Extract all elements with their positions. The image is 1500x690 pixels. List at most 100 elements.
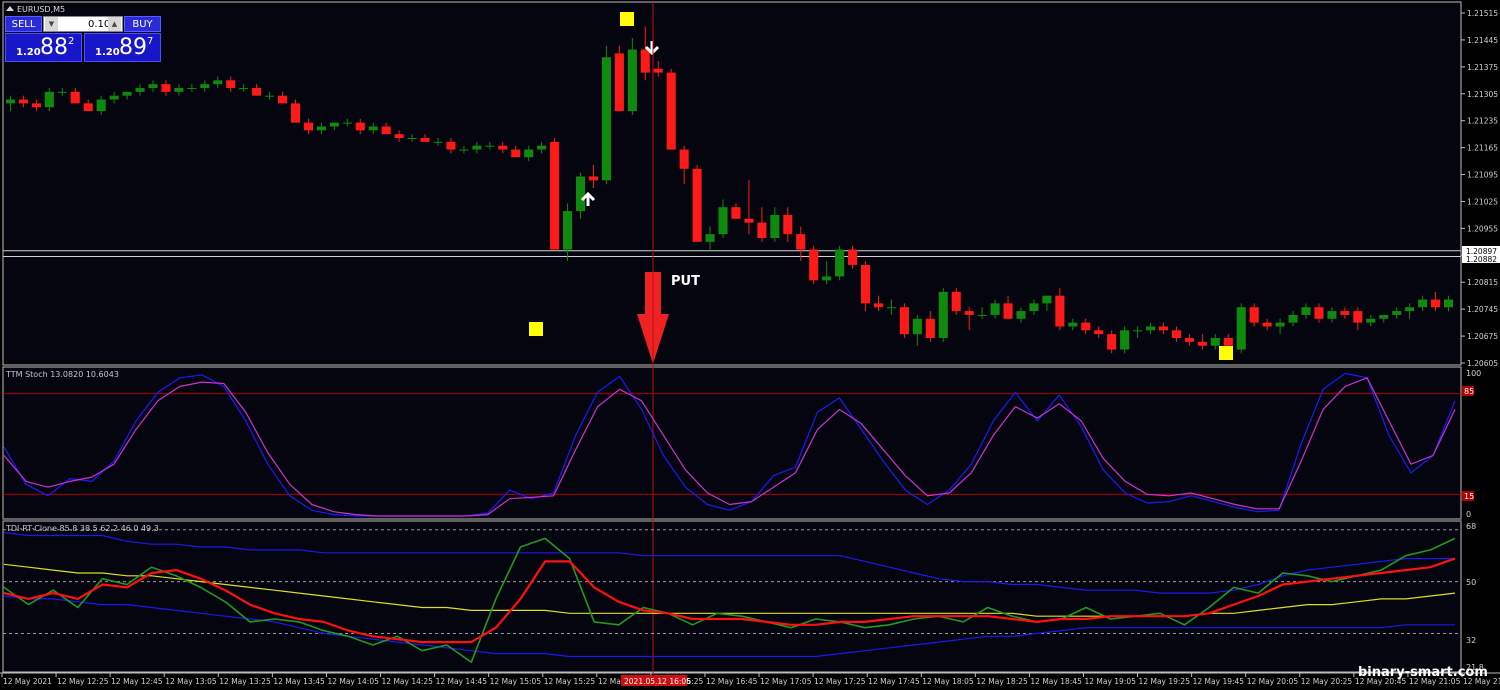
candle-body <box>601 57 611 181</box>
candle-body <box>1366 318 1376 323</box>
candle-body <box>524 149 534 158</box>
buy-quote-button[interactable]: 1.20 89 7 <box>84 33 161 62</box>
tdi-pane-frame <box>2 520 1462 673</box>
candle-body <box>1210 338 1220 346</box>
time-tick-label: 12 May 13:25 <box>219 677 271 686</box>
candle-body <box>420 138 430 142</box>
price-tick-label: 1.21235 <box>1467 117 1498 126</box>
candle-body <box>705 234 715 242</box>
candle-body <box>1055 295 1065 327</box>
tdi-axis-label-32: 32 <box>1466 636 1476 645</box>
candle-body <box>925 318 935 338</box>
sell-quote-big-digits: 88 <box>40 35 68 60</box>
price-tick-label: 1.21165 <box>1467 144 1498 153</box>
candle-body <box>485 145 495 147</box>
tdi-title: TDI-RT-Clone 85.8 38.5 62.2 46.0 49.3 <box>5 524 159 533</box>
lot-decrease-icon[interactable]: ▼ <box>45 17 58 31</box>
candle-body <box>31 103 41 108</box>
candle-body <box>265 95 275 97</box>
price-tick-label: 1.21095 <box>1467 171 1498 180</box>
candle-body <box>1392 311 1402 315</box>
stoch-axis-top-label: 100 <box>1466 369 1481 378</box>
candle-body <box>640 49 650 73</box>
symbol-title: EURUSD,M5 <box>17 5 65 14</box>
candle-body <box>459 149 469 151</box>
time-tick-label: 12 May 17:25 <box>814 677 866 686</box>
candle-body <box>161 84 171 92</box>
candle-body <box>744 218 754 223</box>
candle-body <box>718 207 728 235</box>
candle-body <box>446 141 456 150</box>
chart-canvas[interactable]: PUT TTM Stoch 13.0820 10.6043 85 15 100 … <box>0 0 1500 690</box>
candle-body <box>692 168 702 242</box>
candle-body <box>653 68 663 73</box>
candle-body <box>1275 322 1285 327</box>
candle-body <box>200 84 210 88</box>
time-tick-label: 12 May 15:05 <box>490 677 542 686</box>
candle-body <box>1327 311 1337 319</box>
put-signal-label: PUT <box>671 274 700 289</box>
candle-body <box>1236 307 1246 350</box>
time-tick-label: 12 May 13:45 <box>273 677 325 686</box>
candle-body <box>96 99 106 112</box>
candle-body <box>977 314 987 316</box>
stoch-level-low-label: 15 <box>1464 492 1474 501</box>
candle-body <box>1120 330 1130 350</box>
candle-body <box>783 214 793 235</box>
candle-body <box>290 103 301 123</box>
candle-body <box>368 126 378 131</box>
candle-body <box>1146 326 1156 331</box>
candle-body <box>614 53 624 112</box>
sell-button[interactable]: SELL <box>5 16 42 32</box>
buy-button[interactable]: BUY <box>124 16 161 32</box>
candle-body <box>1340 311 1350 315</box>
candle-body <box>990 303 1000 315</box>
candle-body <box>886 307 896 309</box>
time-tick-label: 12 May 2021 <box>3 677 52 686</box>
candle-body <box>627 49 637 112</box>
candle-body <box>394 134 404 138</box>
time-tick-label: 12 May 19:05 <box>1084 677 1136 686</box>
lot-size-field[interactable]: ▼ 0.10 ▲ <box>43 16 123 32</box>
candle-body <box>1003 303 1013 319</box>
candle-body <box>1301 307 1311 315</box>
candle-body <box>278 95 288 104</box>
candle-body <box>433 141 443 143</box>
candle-body <box>873 303 884 308</box>
lot-increase-icon[interactable]: ▲ <box>108 17 121 31</box>
candle-body <box>18 99 28 104</box>
candle-body <box>1443 299 1454 308</box>
candle-body <box>44 91 54 108</box>
time-tick-label: 12 May 17:45 <box>868 677 920 686</box>
candle-body <box>1029 303 1039 312</box>
price-tick-label: 1.20955 <box>1467 224 1498 233</box>
candle-body <box>1081 322 1091 331</box>
candle-body <box>226 80 236 88</box>
bid-price-label: 1.20882 <box>1466 255 1497 264</box>
candle-body <box>666 72 676 150</box>
candle-body <box>5 99 16 104</box>
candle-body <box>1107 334 1117 350</box>
time-tick-label: 12 May 18:05 <box>922 677 974 686</box>
candle-body <box>1418 299 1428 308</box>
time-tick-label: 12 May 20:25 <box>1301 677 1353 686</box>
time-tick-label: 12 May 16:45 <box>706 677 758 686</box>
lot-value[interactable]: 0.10 <box>88 17 110 33</box>
sell-quote-button[interactable]: 1.20 88 2 <box>5 33 82 62</box>
price-tick-label: 1.20745 <box>1467 305 1498 314</box>
candle-body <box>252 88 262 96</box>
candle-body <box>809 249 819 281</box>
candle-body <box>1379 314 1389 319</box>
candle-body <box>1288 314 1298 323</box>
candle-body <box>511 149 521 158</box>
candle-body <box>303 122 313 131</box>
candle-body <box>1314 307 1324 319</box>
candle-body <box>588 176 599 181</box>
candle-body <box>848 249 858 265</box>
candle-body <box>381 126 391 135</box>
price-tick-label: 1.21445 <box>1467 36 1498 45</box>
candle-body <box>1223 338 1233 346</box>
time-tick-label: 12 May 18:25 <box>976 677 1028 686</box>
time-tick-label: 12 May 20:05 <box>1247 677 1299 686</box>
candle-body <box>860 264 871 304</box>
